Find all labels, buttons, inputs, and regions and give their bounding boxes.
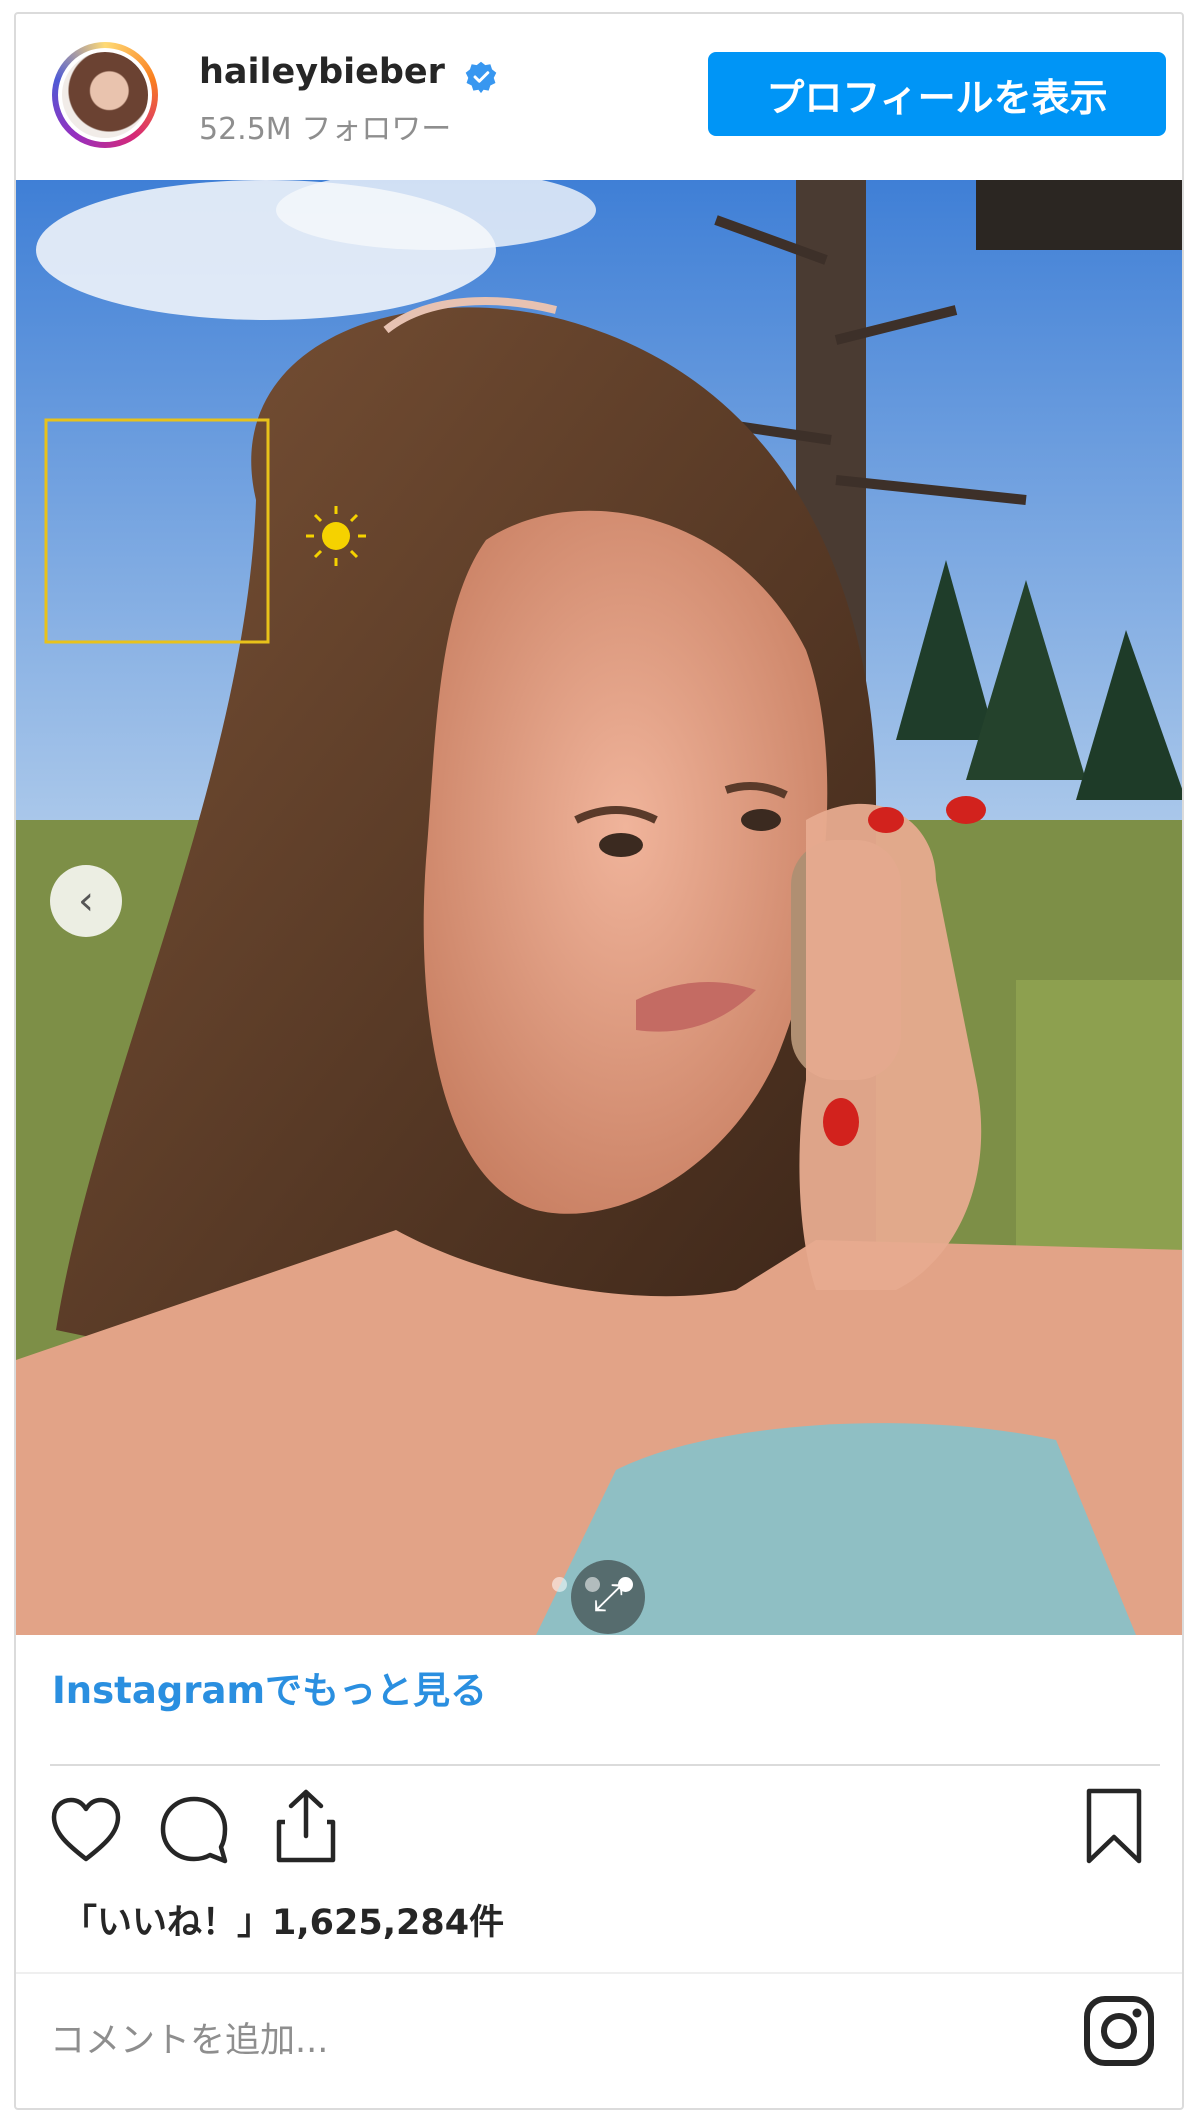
bookmark-icon (1086, 1788, 1142, 1864)
post-photo-illustration (16, 180, 1182, 1635)
follower-count: 52.5M フォロワー (199, 112, 452, 147)
comment-icon (160, 1796, 228, 1864)
carousel-dot (552, 1576, 567, 1592)
post-header: haileybieber 52.5M フォロワー プロフィールを表示 (16, 14, 1182, 179)
avatar[interactable] (52, 42, 158, 148)
share-icon (276, 1789, 336, 1863)
action-bar (16, 1782, 1182, 1892)
view-more-on-instagram-link[interactable]: Instagramでもっと見る (52, 1660, 487, 1714)
carousel-dot (585, 1576, 600, 1592)
view-profile-button[interactable]: プロフィールを表示 (708, 52, 1166, 136)
previous-slide-button[interactable]: ‹ (50, 865, 122, 937)
like-button[interactable] (46, 1790, 126, 1870)
like-count: 「いいね！」1,625,284件 (62, 1903, 505, 1943)
heart-icon (51, 1797, 121, 1862)
username[interactable]: haileybieber (199, 52, 445, 92)
chevron-left-icon: ‹ (78, 878, 94, 924)
add-comment-input[interactable]: コメントを追加... (50, 2012, 328, 2063)
instagram-logo-icon[interactable] (1082, 1994, 1156, 2068)
verified-badge-icon (465, 61, 497, 94)
comment-button[interactable] (154, 1790, 234, 1870)
share-button[interactable] (266, 1786, 346, 1866)
carousel-dot-active (618, 1576, 633, 1592)
instagram-embed-card: haileybieber 52.5M フォロワー プロフィールを表示 ‹ ⤢ I… (14, 12, 1184, 2110)
divider (16, 1972, 1182, 1974)
save-button[interactable] (1074, 1786, 1154, 1866)
post-photo[interactable]: ‹ ⤢ (16, 180, 1182, 1635)
expand-button[interactable]: ⤢ (571, 1560, 645, 1634)
avatar-image (58, 48, 152, 142)
divider (50, 1764, 1160, 1766)
carousel-indicator (552, 1574, 633, 1594)
